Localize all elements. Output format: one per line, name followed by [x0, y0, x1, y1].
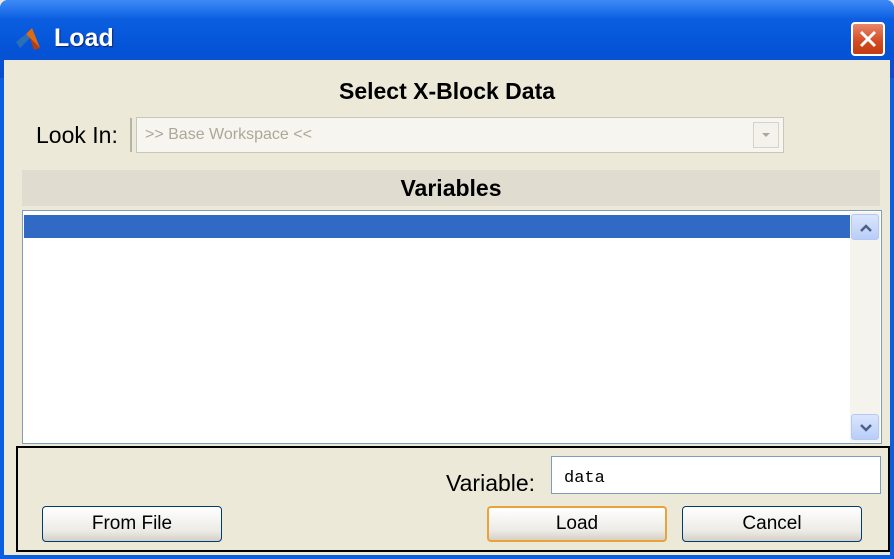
- variables-list[interactable]: data 6x11 (double): [22, 210, 882, 444]
- close-button[interactable]: [851, 22, 885, 56]
- list-item[interactable]: data 6x11 (double): [24, 215, 850, 282]
- dialog-body: Select X-Block Data Look In: >> Base Wor…: [4, 60, 890, 555]
- variables-header: Variables: [22, 170, 880, 206]
- scroll-up-button[interactable]: [851, 214, 879, 240]
- vertical-scrollbar[interactable]: [850, 212, 880, 442]
- load-button[interactable]: Load: [487, 506, 667, 542]
- variable-name: data: [28, 240, 69, 259]
- look-in-value: >> Base Workspace <<: [145, 126, 312, 143]
- variable-input[interactable]: [551, 456, 881, 494]
- dialog-heading: Select X-Block Data: [338, 78, 556, 104]
- variable-label: Variable:: [446, 470, 536, 496]
- matlab-logo-icon: [14, 26, 42, 52]
- from-file-button[interactable]: From File: [42, 506, 222, 542]
- cancel-button[interactable]: Cancel: [682, 506, 862, 542]
- bottom-panel: Variable: From File Load Cancel: [16, 446, 890, 552]
- scroll-down-button[interactable]: [851, 414, 879, 440]
- scroll-up-icon: [860, 224, 872, 232]
- variable-description: 6x11 (double): [184, 263, 317, 282]
- window-title: Load: [54, 24, 114, 52]
- look-in-select[interactable]: >> Base Workspace <<: [136, 117, 784, 153]
- load-dialog-window: Load Select X-Block Data Look In: >> Bas…: [0, 0, 894, 559]
- close-icon: [859, 30, 877, 48]
- dropdown-button[interactable]: [753, 122, 779, 148]
- look-in-label: Look In:: [22, 118, 132, 152]
- chevron-down-icon: [762, 133, 770, 137]
- scroll-down-icon: [860, 424, 872, 432]
